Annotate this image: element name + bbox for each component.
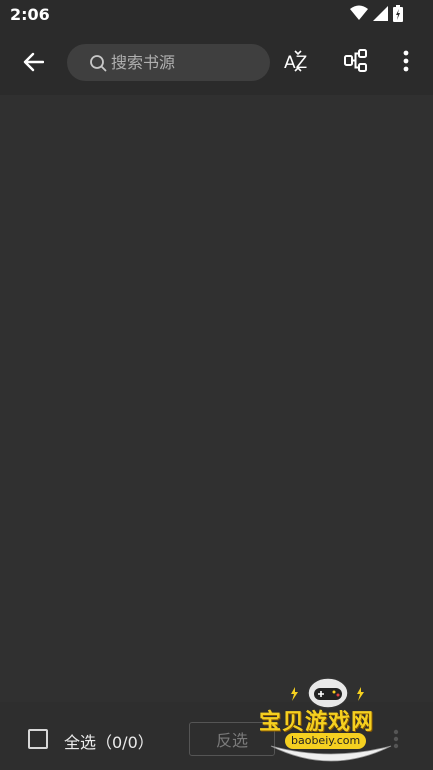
status-bar: 2:06 <box>0 0 433 30</box>
wifi-icon <box>350 5 368 25</box>
sort-button[interactable]: AZ <box>283 48 313 78</box>
arrow-left-icon <box>22 52 45 76</box>
watermark: 宝贝游戏网 baobeiy.com <box>255 672 405 770</box>
book-source-list <box>0 95 433 702</box>
group-button[interactable] <box>341 48 371 78</box>
watermark-title: 宝贝游戏网 <box>259 710 375 735</box>
more-button[interactable] <box>391 48 421 78</box>
select-all-label[interactable]: 全选（0/0） <box>64 729 154 753</box>
search-input[interactable] <box>111 44 261 81</box>
status-icons <box>350 4 403 26</box>
hierarchy-icon <box>344 49 368 77</box>
sort-az-icon: AZ <box>284 49 312 77</box>
more-vertical-icon <box>403 50 409 76</box>
toolbar: AZ <box>0 30 433 95</box>
signal-icon <box>373 5 388 25</box>
search-icon <box>89 54 107 76</box>
search-box[interactable] <box>67 44 270 81</box>
back-button[interactable] <box>18 49 48 79</box>
status-time: 2:06 <box>10 5 50 24</box>
spark-left-icon <box>289 686 299 705</box>
watermark-swoosh <box>269 742 393 770</box>
battery-icon <box>393 4 403 26</box>
select-all-checkbox[interactable] <box>28 729 48 749</box>
spark-right-icon <box>355 686 365 705</box>
